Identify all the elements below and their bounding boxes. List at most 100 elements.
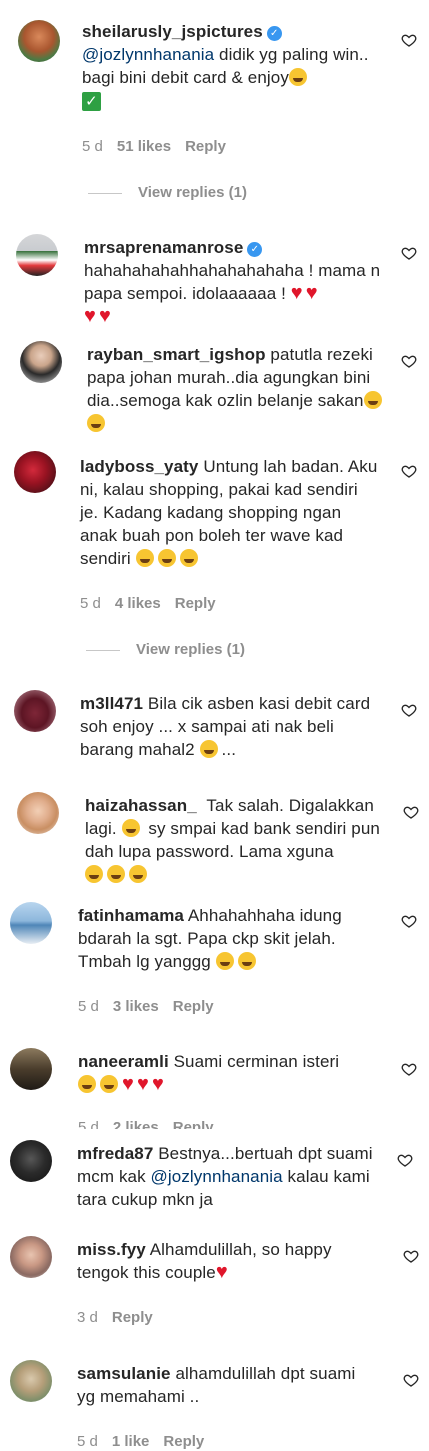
grinning-sweat-face-icon: [215, 952, 234, 970]
comment-username[interactable]: mrsaprenamanrose: [84, 238, 243, 257]
verified-badge-icon: ✓: [247, 242, 263, 257]
grinning-sweat-face-icon: [129, 865, 147, 883]
comment-text: mfreda87 Bestnya...bertuah dpt suami mcm…: [77, 1142, 377, 1211]
avatar[interactable]: [17, 792, 59, 834]
avatar[interactable]: [14, 451, 56, 493]
comment-meta: 5 d 3 likes Reply: [78, 998, 228, 1015]
comment-time: 3 d: [77, 1309, 98, 1326]
comment-time: 5 d: [82, 138, 103, 155]
red-heart-icon: ♥: [151, 1073, 164, 1095]
comment-time: 5 d: [80, 595, 101, 612]
rolling-laughing-face-icon: [87, 414, 105, 432]
red-heart-icon: ♥: [98, 305, 111, 327]
divider: [88, 192, 122, 194]
comment-text: haizahassan_ Tak salah. Digalakkan lagi.…: [85, 794, 385, 886]
like-heart-icon[interactable]: [401, 245, 417, 261]
divider: [86, 649, 120, 651]
avatar[interactable]: [10, 1236, 52, 1278]
likes-count[interactable]: 1 like: [112, 1433, 150, 1450]
comment-text: mrsaprenamanrose ✓ hahahahahahhahahahahah…: [84, 236, 384, 328]
check-mark-button-icon: ✓: [82, 92, 101, 111]
reply-button[interactable]: Reply: [112, 1309, 153, 1326]
mention-link[interactable]: @jozlynnhanania: [151, 1167, 283, 1186]
avatar[interactable]: [10, 1360, 52, 1402]
view-replies-button[interactable]: View replies (1): [86, 641, 245, 658]
comment-time: 5 d: [78, 1119, 99, 1129]
like-heart-icon[interactable]: [401, 353, 417, 369]
reply-button[interactable]: Reply: [173, 1119, 214, 1129]
comment-username[interactable]: mfreda87: [77, 1144, 153, 1163]
comment-text: m3ll471 Bila cik asben kasi debit card s…: [80, 692, 380, 761]
avatar[interactable]: [18, 20, 60, 62]
mention-link[interactable]: @jozlynnhanania: [82, 45, 214, 64]
winking-face-icon: [288, 68, 307, 86]
avatar[interactable]: [10, 902, 52, 944]
avatar[interactable]: [10, 1048, 52, 1090]
verified-badge-icon: ✓: [266, 26, 282, 41]
like-heart-icon[interactable]: [401, 913, 417, 929]
like-heart-icon[interactable]: [401, 463, 417, 479]
comment-time: 5 d: [78, 998, 99, 1015]
red-heart-icon: ♥: [84, 305, 96, 327]
comment-meta: 5 d 2 likes Reply: [78, 1119, 228, 1129]
comment-time: 5 d: [77, 1433, 98, 1450]
reply-button[interactable]: Reply: [175, 595, 216, 612]
view-replies-button[interactable]: View replies (1): [88, 184, 247, 201]
smiling-hearts-face-icon: [78, 1075, 96, 1093]
comment-body: Suami cerminan isteri: [173, 1052, 340, 1071]
comment-meta: 5 d 4 likes Reply: [80, 595, 230, 612]
comment-text: sheilarusly_jspictures ✓ @jozlynnhanania …: [82, 20, 382, 112]
grinning-sweat-face-icon: [107, 865, 125, 883]
comment-meta: 3 d Reply: [77, 1309, 167, 1326]
comment-username[interactable]: ladyboss_yaty: [80, 457, 198, 476]
comment-username[interactable]: m3ll471: [80, 694, 143, 713]
like-heart-icon[interactable]: [397, 1152, 413, 1168]
comment-username[interactable]: rayban_smart_igshop: [87, 345, 266, 364]
grinning-sweat-face-icon: [237, 952, 256, 970]
like-heart-icon[interactable]: [403, 804, 419, 820]
like-heart-icon[interactable]: [403, 1372, 419, 1388]
red-heart-icon: ♥: [136, 1073, 149, 1095]
reply-button[interactable]: Reply: [163, 1433, 204, 1450]
likes-count[interactable]: 51 likes: [117, 138, 171, 155]
comment-username[interactable]: haizahassan_: [85, 796, 197, 815]
smiling-hearts-face-icon: [100, 1075, 118, 1093]
grinning-sweat-face-icon: [135, 549, 154, 567]
grinning-sweat-face-icon: [199, 740, 218, 758]
comment-text: samsulanie alhamdulillah dpt suami yg me…: [77, 1362, 377, 1408]
comment-text: fatinhamama Ahhahahhaha idung bdarah la …: [78, 904, 378, 973]
comment-text: ladyboss_yaty Untung lah badan. Aku ni, …: [80, 455, 380, 570]
avatar[interactable]: [16, 234, 58, 276]
grinning-sweat-face-icon: [157, 549, 176, 567]
reply-button[interactable]: Reply: [185, 138, 226, 155]
likes-count[interactable]: 4 likes: [115, 595, 161, 612]
comment-username[interactable]: sheilarusly_jspictures: [82, 22, 263, 41]
grinning-sweat-face-icon: [121, 819, 140, 837]
like-heart-icon[interactable]: [401, 702, 417, 718]
avatar[interactable]: [14, 690, 56, 732]
comment-text: miss.fyy Alhamdulillah, so happy tengok …: [77, 1238, 377, 1284]
comment-meta: 5 d 1 like Reply: [77, 1433, 218, 1450]
comment-username[interactable]: miss.fyy: [77, 1240, 146, 1259]
like-heart-icon[interactable]: [401, 32, 417, 48]
likes-count[interactable]: 3 likes: [113, 998, 159, 1015]
likes-count[interactable]: 2 likes: [113, 1119, 159, 1129]
comment-text: rayban_smart_igshop patutla rezeki papa …: [87, 343, 387, 435]
comment-meta: 5 d 51 likes Reply: [82, 138, 240, 155]
red-heart-icon: ♥: [290, 282, 303, 304]
avatar[interactable]: [20, 341, 62, 383]
comment-username[interactable]: samsulanie: [77, 1364, 171, 1383]
comment-body: hahahahahahhahahahahaha ! mama n papa se…: [84, 261, 381, 303]
like-heart-icon[interactable]: [403, 1248, 419, 1264]
grinning-sweat-face-icon: [179, 549, 198, 567]
grinning-sweat-face-icon: [85, 865, 103, 883]
reply-button[interactable]: Reply: [173, 998, 214, 1015]
like-heart-icon[interactable]: [401, 1061, 417, 1077]
comment-username[interactable]: naneeramli: [78, 1052, 169, 1071]
comment-ellipsis: ...: [221, 740, 237, 759]
avatar[interactable]: [10, 1140, 52, 1182]
red-heart-icon: ♥: [122, 1073, 134, 1095]
comment-username[interactable]: fatinhamama: [78, 906, 184, 925]
red-heart-icon: ♥: [305, 282, 318, 304]
rolling-laughing-face-icon: [363, 391, 382, 409]
